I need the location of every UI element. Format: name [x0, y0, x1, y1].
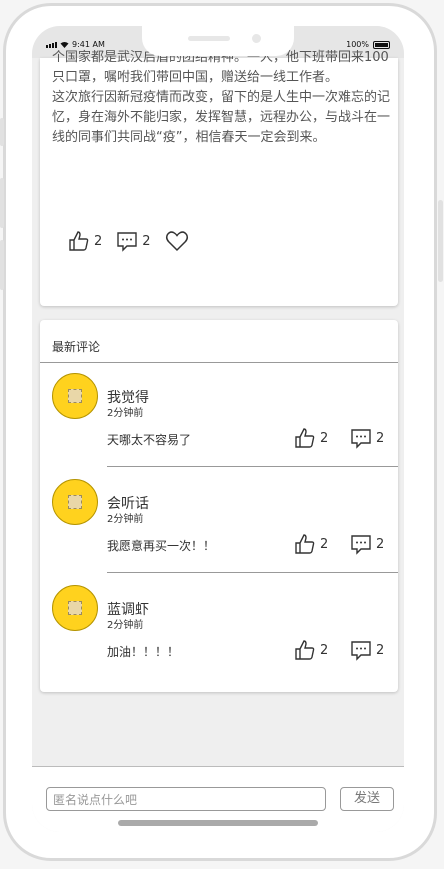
article-body: 个国家都是武汉启盾的团结精神。一人，他下班带回来100只口罩，嘱咐我们带回中国，… [52, 48, 392, 148]
comment-icon [351, 429, 371, 449]
comments-title: 最新评论 [52, 340, 101, 354]
comment-reply-count: 2 [376, 430, 385, 446]
comment-reply-button[interactable]: 2 [350, 427, 384, 449]
comment-reply-button[interactable]: 2 [350, 639, 384, 661]
comment-icon [351, 535, 371, 555]
volume-down-button [0, 240, 4, 290]
heart-icon [165, 231, 188, 252]
thumbs-up-icon [69, 231, 89, 251]
avatar[interactable] [52, 585, 98, 631]
screen: 9:41 AM 100% 个国家都是武汉启盾的团结精神。一人，他下班带回来100… [32, 26, 404, 832]
article-actions: 2 2 [68, 230, 207, 252]
avatar[interactable] [52, 373, 98, 419]
comment-time: 2分钟前 [107, 620, 144, 631]
notch [142, 26, 294, 56]
signal-icon [46, 41, 57, 48]
thumbs-up-icon [295, 534, 315, 554]
divider [107, 572, 398, 573]
comment-text: 加油！！！！ [107, 645, 180, 659]
avatar-image [68, 601, 82, 615]
speaker-icon [188, 36, 230, 41]
comment-text: 天哪太不容易了 [107, 433, 192, 447]
comment-like-button[interactable]: 2 [294, 639, 328, 661]
avatar-image [68, 495, 82, 509]
comment-like-count: 2 [320, 536, 329, 552]
comment-like-count: 2 [320, 430, 329, 446]
comment-reply-button[interactable]: 2 [350, 533, 384, 555]
article-card: 个国家都是武汉启盾的团结精神。一人，他下班带回来100只口罩，嘱咐我们带回中国，… [40, 50, 398, 306]
comment-item: 会听话 2分钟前 我愿意再买一次！！ 2 2 [40, 469, 398, 573]
like-button[interactable]: 2 [68, 230, 102, 252]
comment-reply-count: 2 [376, 642, 385, 658]
divider [107, 466, 398, 467]
comment-input[interactable]: 匿名说点什么吧 [46, 787, 326, 811]
comment-button[interactable]: 2 [116, 230, 151, 252]
avatar[interactable] [52, 479, 98, 525]
comments-card: 最新评论 我觉得 2分钟前 天哪太不容易了 2 2 会听话 2分钟前 我愿意再买… [40, 320, 398, 692]
thumbs-up-icon [295, 640, 315, 660]
comment-item: 我觉得 2分钟前 天哪太不容易了 2 2 [40, 363, 398, 467]
avatar-image [68, 389, 82, 403]
favorite-button[interactable] [165, 230, 193, 252]
comment-count: 2 [142, 233, 151, 249]
comment-time: 2分钟前 [107, 514, 144, 525]
home-indicator[interactable] [118, 820, 318, 826]
comment-reply-count: 2 [376, 536, 385, 552]
send-button[interactable]: 发送 [340, 787, 394, 811]
article-paragraph: 这次旅行因新冠疫情而改变，留下的是人生中一次难忘的记忆，身在海外不能归家，发挥智… [52, 90, 391, 145]
wifi-icon [60, 42, 69, 48]
comment-like-button[interactable]: 2 [294, 533, 328, 555]
volume-up-button [0, 178, 4, 228]
mute-switch [0, 118, 4, 146]
camera-icon [252, 34, 261, 43]
power-button [438, 200, 443, 282]
comment-like-button[interactable]: 2 [294, 427, 328, 449]
thumbs-up-icon [295, 428, 315, 448]
like-count: 2 [94, 233, 103, 249]
comment-icon [351, 641, 371, 661]
comment-icon [117, 232, 137, 252]
comment-like-count: 2 [320, 642, 329, 658]
comment-text: 我愿意再买一次！！ [107, 539, 216, 553]
comment-time: 2分钟前 [107, 408, 144, 419]
comment-item: 蓝调虾 2分钟前 加油！！！！ 2 2 [40, 575, 398, 679]
